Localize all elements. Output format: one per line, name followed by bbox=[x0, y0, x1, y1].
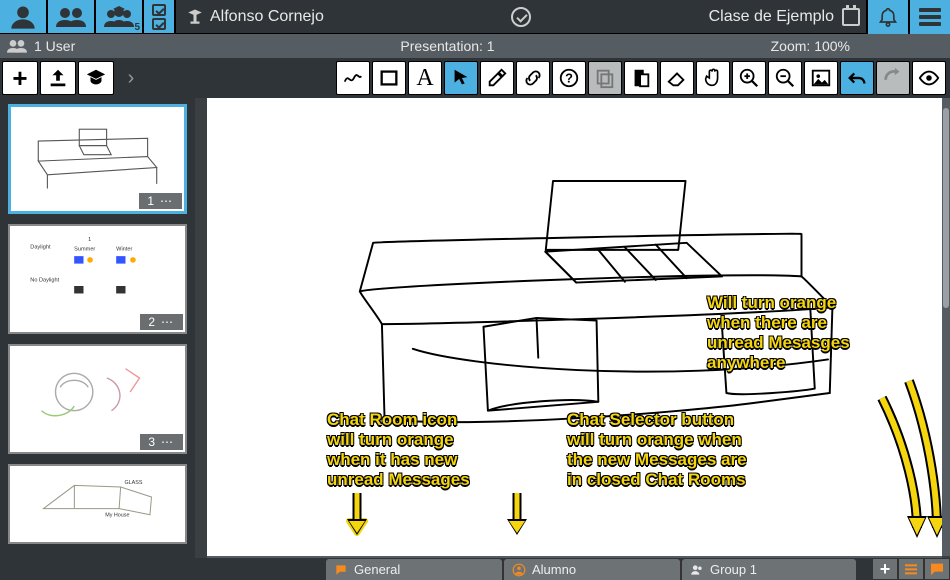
link-tool[interactable] bbox=[516, 61, 550, 95]
image-tool[interactable] bbox=[804, 61, 838, 95]
check-icon bbox=[152, 4, 166, 16]
graduate-button[interactable] bbox=[78, 61, 114, 95]
svg-text:?: ? bbox=[565, 71, 573, 86]
svg-text:My House: My House bbox=[105, 512, 129, 518]
presentation-label: Presentation: 1 bbox=[195, 38, 700, 54]
hamburger-icon bbox=[919, 8, 941, 26]
chat-bubble-icon bbox=[334, 563, 348, 577]
svg-text:Daylight: Daylight bbox=[30, 245, 51, 251]
slide-thumbnail[interactable]: GLASS My House bbox=[8, 464, 187, 544]
arrow-icon bbox=[897, 373, 942, 548]
check-icon bbox=[152, 18, 166, 30]
main-menu-button[interactable] bbox=[908, 0, 950, 34]
redo-tool[interactable] bbox=[876, 61, 910, 95]
dots-icon: ⋯ bbox=[160, 194, 174, 208]
slide-thumbnail[interactable]: 1⋯ bbox=[8, 104, 187, 214]
chat-bubble-icon bbox=[929, 561, 945, 577]
annotation-text: Chat Room icon will turn orange when it … bbox=[327, 410, 537, 490]
mode-badge: 5 bbox=[134, 22, 140, 33]
paste-tool[interactable] bbox=[624, 61, 658, 95]
chat-tab-label: Group 1 bbox=[710, 562, 757, 577]
svg-text:Summer: Summer bbox=[74, 247, 95, 253]
svg-text:No Daylight: No Daylight bbox=[30, 277, 59, 283]
mode-single-user-button[interactable] bbox=[0, 0, 48, 33]
text-tool[interactable]: A bbox=[408, 61, 442, 95]
pan-tool[interactable] bbox=[696, 61, 730, 95]
dots-icon: ⋯ bbox=[161, 315, 175, 329]
vertical-scrollbar[interactable] bbox=[942, 98, 950, 556]
arrow-icon bbox=[497, 488, 537, 548]
mode-group-button[interactable] bbox=[48, 0, 96, 33]
user-name-label: Alfonso Cornejo bbox=[210, 8, 324, 26]
chat-tab-general[interactable]: General bbox=[325, 558, 503, 580]
chat-tab-group1[interactable]: Group 1 bbox=[681, 558, 857, 580]
expand-chevron-icon[interactable]: › bbox=[116, 67, 146, 90]
check-circle-icon bbox=[511, 7, 531, 27]
annotation-text: Will turn orange when there are unread M… bbox=[707, 293, 907, 373]
annotation-text: Chat Selector button will turn orange wh… bbox=[567, 410, 807, 490]
chat-add-button[interactable]: + bbox=[872, 558, 898, 580]
list-icon bbox=[903, 561, 919, 577]
pointer-tool[interactable] bbox=[444, 61, 478, 95]
page-number: 2 bbox=[148, 315, 155, 329]
user-circle-icon bbox=[512, 563, 526, 577]
freehand-tool[interactable] bbox=[336, 61, 370, 95]
calendar-icon[interactable] bbox=[842, 8, 860, 26]
users-icon bbox=[690, 563, 704, 577]
current-user: Alfonso Cornejo bbox=[176, 0, 334, 33]
slide-thumbnail[interactable]: 3⋯ bbox=[8, 344, 187, 454]
chat-tab-alumno[interactable]: Alumno bbox=[503, 558, 681, 580]
add-button[interactable]: + bbox=[2, 61, 38, 95]
eraser-tool[interactable] bbox=[660, 61, 694, 95]
whiteboard-canvas[interactable]: Chat Room icon will turn orange when it … bbox=[207, 98, 942, 556]
chat-tab-label: Alumno bbox=[532, 562, 576, 577]
eyedropper-tool[interactable] bbox=[480, 61, 514, 95]
help-tool[interactable]: ? bbox=[552, 61, 586, 95]
rect-tool[interactable] bbox=[372, 61, 406, 95]
checkbox-column[interactable] bbox=[144, 0, 176, 33]
user-count-label: 1 User bbox=[34, 38, 75, 54]
copy-tool[interactable] bbox=[588, 61, 622, 95]
svg-text:Winter: Winter bbox=[116, 247, 132, 253]
dots-icon: ⋯ bbox=[161, 435, 175, 449]
chat-bar: General Alumno Group 1 + bbox=[195, 558, 950, 580]
canvas-drawing bbox=[267, 128, 912, 446]
chat-tab-label: General bbox=[354, 562, 400, 577]
page-number: 3 bbox=[148, 435, 155, 449]
zoom-out-tool[interactable] bbox=[768, 61, 802, 95]
notifications-button[interactable] bbox=[866, 0, 908, 34]
undo-tool[interactable] bbox=[840, 61, 874, 95]
chat-selector-button[interactable] bbox=[898, 558, 924, 580]
arrow-icon bbox=[337, 488, 377, 548]
preview-tool[interactable] bbox=[912, 61, 946, 95]
svg-text:1: 1 bbox=[88, 237, 91, 243]
svg-text:GLASS: GLASS bbox=[125, 480, 143, 486]
slide-thumbnails-panel: 1⋯ DaylightNo Daylight1SummerWinter 2⋯ 3… bbox=[0, 98, 195, 580]
zoom-label: Zoom: 100% bbox=[700, 38, 950, 54]
upload-button[interactable] bbox=[40, 61, 76, 95]
chat-global-button[interactable] bbox=[924, 558, 950, 580]
mode-class-button[interactable]: 5 bbox=[96, 0, 144, 33]
user-count: 1 User bbox=[0, 38, 195, 54]
zoom-in-tool[interactable] bbox=[732, 61, 766, 95]
page-number: 1 bbox=[147, 194, 154, 208]
sync-status bbox=[334, 0, 709, 33]
slide-thumbnail[interactable]: Daylight No Daylight 1 Summer Winter 2 ⋯ bbox=[8, 224, 187, 334]
class-name-label: Clase de Ejemplo bbox=[709, 8, 834, 26]
